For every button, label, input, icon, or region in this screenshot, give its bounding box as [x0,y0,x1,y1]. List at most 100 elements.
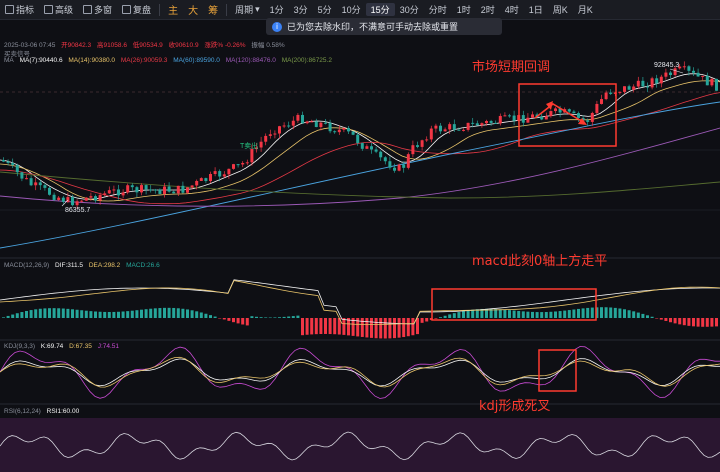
kdj-legend[interactable]: KDJ(9,3,3) K:69.74 D:67.35 J:74.51 [4,343,123,350]
macd-bar [282,316,286,318]
candle-body [429,128,433,140]
candle-body [144,185,148,190]
macd-bar [379,318,383,339]
macd-bar [241,318,245,325]
candle-body [6,161,10,163]
macd-bar [508,310,511,318]
ma-legend[interactable]: MA MA(7):90440.6 MA(14):90380.0 MA(26):9… [4,57,336,64]
macd-dea-value: DEA:298.2 [88,262,121,269]
macd-bar [314,318,318,335]
macd-bar [572,309,576,318]
candle-body [664,72,668,77]
candle-body [314,121,318,128]
amplitude-value: 振幅 0.58% [251,42,285,49]
macd-bar [448,314,452,318]
candle-body [347,128,350,132]
macd-bar [664,318,668,321]
macd-bar [98,311,102,318]
macd-bar [245,318,249,326]
candle-body [388,161,392,168]
candle-body [172,191,176,194]
macd-bar [2,317,5,318]
candle-body [130,185,134,188]
rsi-legend[interactable]: RSI(6,12,24) RSI1:60.00 [4,408,83,415]
candle-body [176,185,180,194]
candle-body [374,149,378,152]
candle-body [245,162,249,164]
macd-bar [452,313,456,318]
candle-body [526,117,530,123]
candle-body [406,154,410,168]
candle-body [659,76,663,84]
macd-bar [75,309,79,318]
macd-bar [11,314,15,318]
macd-bar [163,307,166,318]
candle-body [549,111,553,117]
macd-bar [618,308,622,318]
candle-body [480,123,484,126]
candle-body [287,125,291,127]
candle-body [80,200,84,202]
macd-bar [232,318,235,323]
candle-body [609,92,613,94]
macd-bar [255,316,258,318]
macd-bar [43,308,47,318]
macd-bar [374,318,378,339]
candle-body [646,86,649,88]
candle-body [34,182,38,186]
candle-body [554,108,557,112]
candle-body [503,115,507,117]
macd-bar [347,318,350,336]
macd-bar [213,316,217,318]
macd-bar [544,311,548,318]
ma200-value: MA(200):86725.2 [281,57,332,64]
macd-bar [144,309,148,318]
candle-body [52,194,56,200]
candle-body [567,109,571,112]
macd-bar [301,318,304,336]
candle-body [310,121,314,123]
kdj-name: KDJ(9,3,3) [4,343,36,350]
candle-body [397,164,401,171]
macd-bar [696,318,700,327]
candle-body [632,86,636,90]
macd-bar [710,318,714,327]
macd-bar [222,318,226,320]
macd-bar [319,318,323,335]
macd-bar [600,307,603,318]
macd-bar [287,316,291,318]
macd-bar [687,318,691,326]
candle-body [655,78,659,84]
macd-bar [195,311,199,318]
macd-bar [29,310,33,318]
candle-body [126,185,130,193]
candle-body [319,122,323,128]
candle-body [351,131,355,135]
macd-bar [434,318,438,319]
macd-bar [554,311,557,318]
macd-legend[interactable]: MACD(12,26,9) DIF:311.5 DEA:298.2 MACD:2… [4,262,164,269]
macd-bar [84,310,88,318]
candle-body [305,121,309,124]
candle-body [443,129,447,132]
macd-bar [20,312,24,318]
macd-bar [466,310,470,318]
candle-body [710,78,714,86]
rsi1-value: RSI1:60.00 [46,408,80,415]
candle-body [94,196,97,201]
candle-body [199,178,203,181]
macd-bar [107,312,111,318]
low-value: 低90534.9 [132,42,163,49]
candle-body [20,172,24,179]
candle-body [117,189,120,196]
candle-body [462,129,465,131]
candle-body [278,126,281,134]
macd-bar [324,318,327,334]
candle-body [167,186,171,192]
macd-bar [535,312,539,318]
macd-bar [590,307,594,318]
macd-bar [646,315,649,318]
macd-bar [692,318,695,327]
candle-body [485,120,488,124]
chart-area[interactable]: 92845.3 86355.7 T卖出 市场短期回调 macd此刻0轴上方走平 … [0,0,720,472]
